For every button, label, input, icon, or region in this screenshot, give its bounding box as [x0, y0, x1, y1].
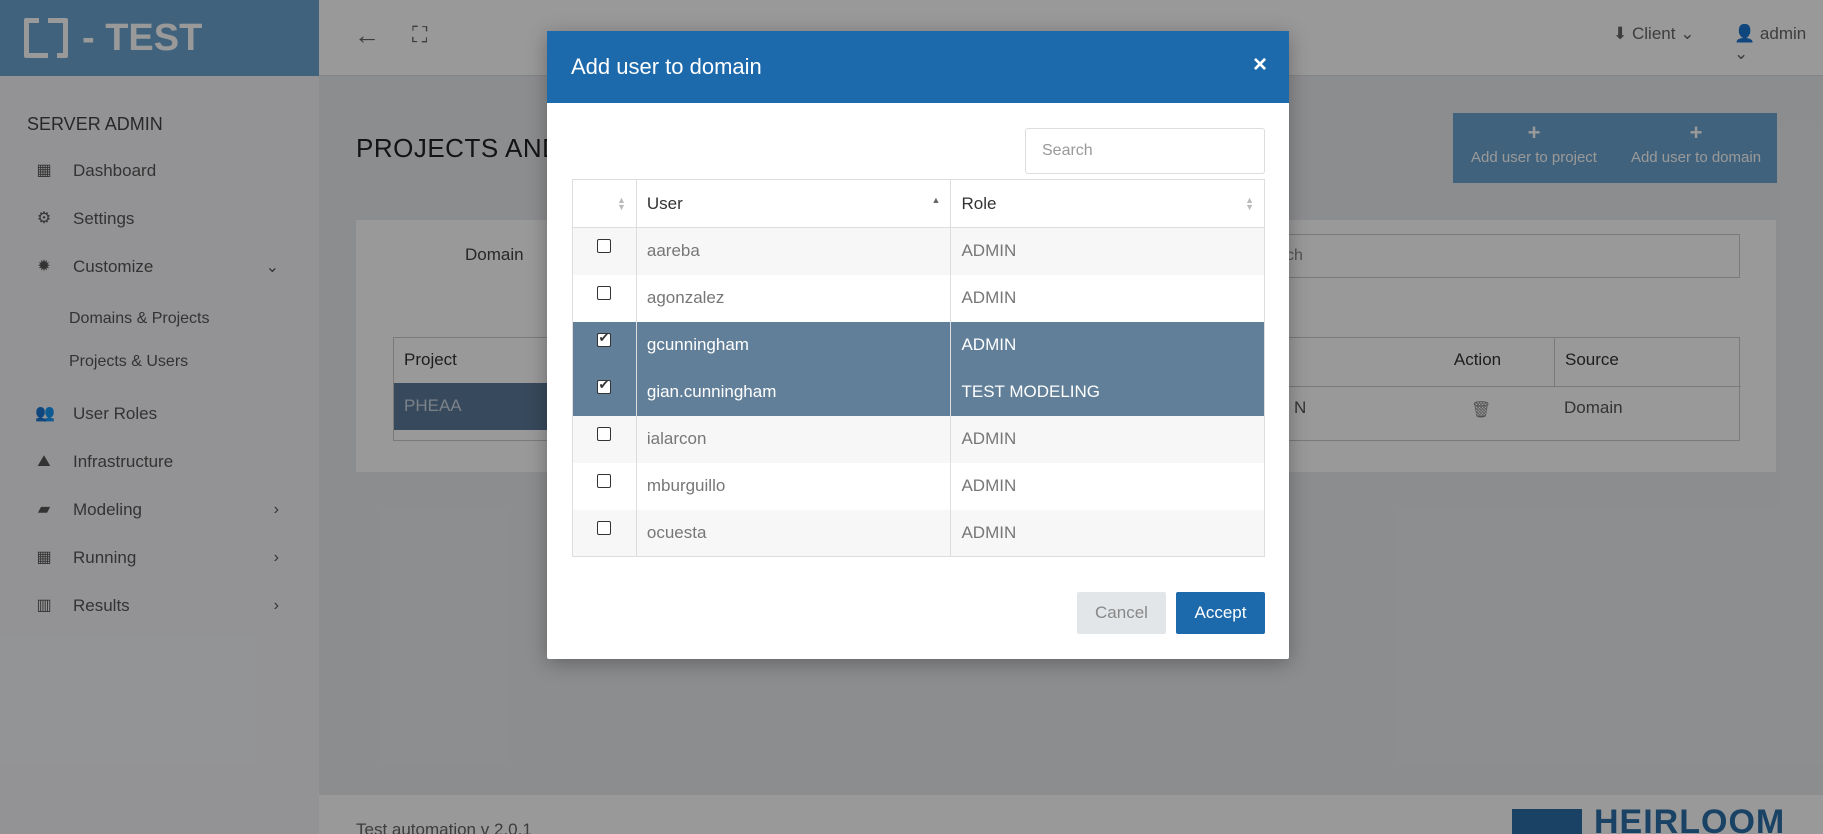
table-row[interactable]: gian.cunningham TEST MODELING [572, 368, 1265, 416]
table-row[interactable]: gcunningham ADMIN [572, 321, 1265, 369]
table-cell-checkbox [572, 227, 637, 275]
table-header-row: ▲ ▼ User ▲ Role ▲ ▼ [572, 179, 1265, 228]
table-cell-role: ADMIN [950, 274, 1265, 322]
table-cell-checkbox [572, 415, 637, 463]
row-checkbox[interactable] [597, 377, 612, 394]
table-cell-checkbox [572, 368, 637, 416]
row-checkbox[interactable] [597, 239, 612, 253]
sort-icon: ▲ ▼ [1245, 195, 1254, 212]
column-header-role[interactable]: Role ▲ ▼ [950, 179, 1265, 228]
users-table: ▲ ▼ User ▲ Role ▲ ▼ aareba ADMIN agonzal… [572, 179, 1265, 557]
table-cell-user: aareba [635, 227, 952, 275]
accept-button[interactable]: Accept [1176, 592, 1265, 634]
table-cell-role: ADMIN [950, 509, 1265, 557]
table-cell-user: gcunningham [635, 321, 952, 369]
table-row[interactable]: ocuesta ADMIN [572, 509, 1265, 557]
table-cell-role: ADMIN [950, 415, 1265, 463]
table-cell-role: ADMIN [950, 227, 1265, 275]
column-header-role-label: Role [961, 193, 997, 213]
close-icon[interactable]: × [1253, 53, 1267, 77]
row-checkbox[interactable] [597, 426, 612, 441]
table-cell-role: TEST MODELING [950, 368, 1265, 416]
modal-header: Add user to domain × [547, 31, 1289, 103]
row-checkbox[interactable] [597, 520, 612, 535]
sort-icon: ▲ ▼ [616, 195, 626, 212]
table-row[interactable]: aareba ADMIN [572, 227, 1265, 275]
table-cell-checkbox [572, 321, 637, 369]
cancel-button[interactable]: Cancel [1077, 592, 1166, 634]
column-header-user-label: User [646, 193, 683, 213]
table-cell-role: ADMIN [950, 321, 1265, 369]
table-row[interactable]: ialarcon ADMIN [572, 415, 1265, 463]
search-input[interactable] [1025, 128, 1265, 174]
table-cell-user: ialarcon [635, 415, 952, 463]
table-row[interactable]: mburguillo ADMIN [572, 462, 1265, 510]
table-cell-user: gian.cunningham [635, 368, 952, 416]
table-cell-role: ADMIN [950, 462, 1265, 510]
add-user-to-domain-modal: Add user to domain × ▲▼ User ▲ Role ▲▼ [547, 31, 1289, 659]
column-header-user[interactable]: User ▲ [635, 179, 952, 228]
table-cell-user: agonzalez [635, 274, 952, 322]
table-row[interactable]: agonzalez ADMIN [572, 274, 1265, 322]
table-cell-user: ocuesta [635, 509, 952, 557]
row-checkbox[interactable] [597, 285, 612, 300]
row-checkbox[interactable] [597, 330, 612, 347]
table-cell-checkbox [572, 462, 637, 510]
table-cell-user: mburguillo [635, 462, 952, 510]
column-header-select[interactable]: ▲ ▼ [572, 179, 637, 228]
modal-title: Add user to domain [571, 54, 762, 79]
sort-ascending-icon: ▲ [931, 195, 941, 205]
table-cell-checkbox [572, 274, 637, 322]
table-cell-checkbox [572, 509, 637, 557]
row-checkbox[interactable] [597, 473, 612, 488]
